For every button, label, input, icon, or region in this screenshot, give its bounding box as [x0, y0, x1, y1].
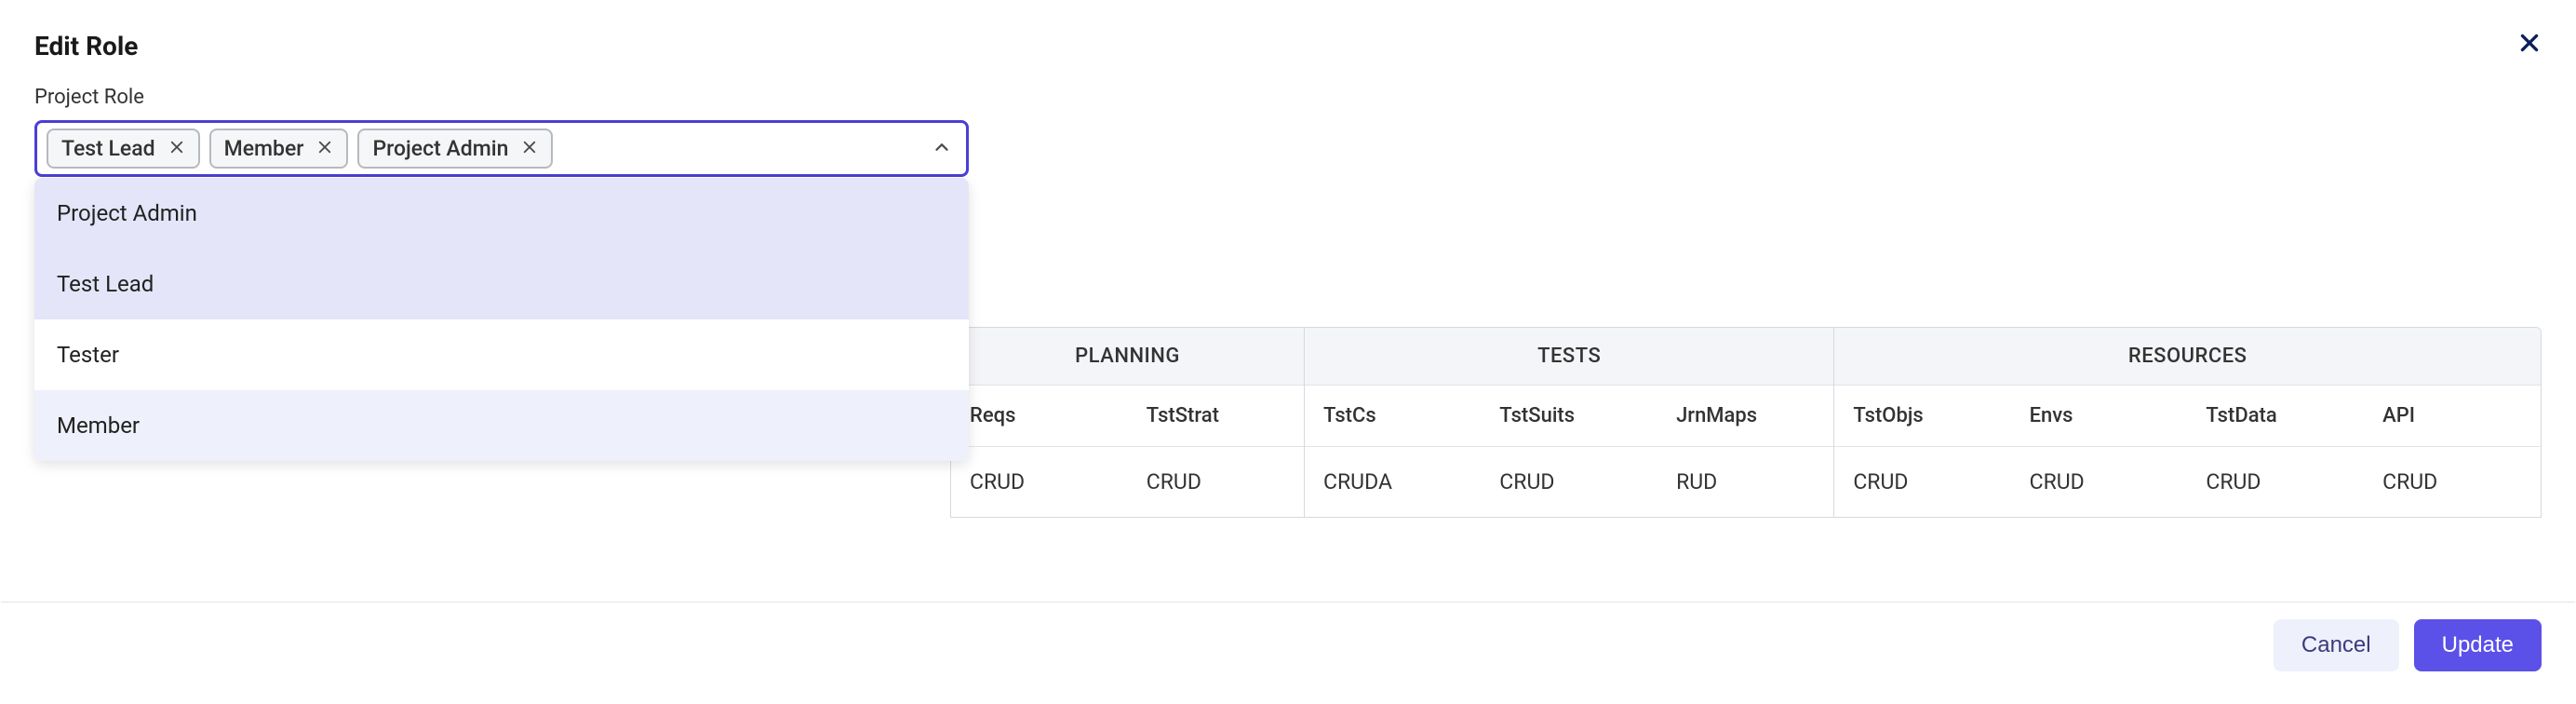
role-chip: Member: [209, 129, 349, 169]
permission-matrix: PLANNING TESTS RESOURCES Reqs TstStrat T…: [950, 327, 2542, 518]
close-icon: [316, 139, 333, 158]
cell-tstsuits: CRUD: [1481, 447, 1657, 518]
role-chip: Project Admin: [357, 129, 553, 169]
table-row: CRUD CRUD CRUDA CRUD RUD CRUD CRUD CRUD …: [951, 447, 2541, 518]
cell-envs: CRUD: [2011, 447, 2188, 518]
dropdown-option[interactable]: Member: [34, 390, 969, 461]
col-tststrat: TstStrat: [1128, 386, 1305, 447]
col-jrnmaps: JrnMaps: [1657, 386, 1834, 447]
col-tstcs: TstCs: [1305, 386, 1482, 447]
edit-role-modal: Edit Role Project Role Test LeadMemberPr…: [0, 0, 2576, 704]
col-api: API: [2364, 386, 2541, 447]
close-icon: [521, 139, 538, 158]
cell-reqs: CRUD: [951, 447, 1128, 518]
chip-remove-button[interactable]: [316, 139, 333, 158]
project-role-multiselect[interactable]: Test Lead Member Project Admin: [34, 120, 969, 177]
chip-remove-button[interactable]: [521, 139, 538, 158]
chip-label: Member: [224, 136, 304, 161]
chip-remove-button[interactable]: [168, 139, 185, 158]
cell-tstcs: CRUDA: [1305, 447, 1482, 518]
project-role-field: Test Lead Member Project Admin Project Adm…: [34, 120, 969, 177]
update-button[interactable]: Update: [2414, 619, 2542, 671]
matrix-group-resources: RESOURCES: [1834, 328, 2541, 386]
matrix-column-row: Reqs TstStrat TstCs TstSuits JrnMaps Tst…: [951, 386, 2541, 447]
cancel-button[interactable]: Cancel: [2274, 619, 2399, 671]
modal-actions: Cancel Update: [2274, 619, 2542, 671]
chevron-up-icon: [932, 137, 952, 161]
dropdown-option[interactable]: Project Admin: [34, 178, 969, 249]
dropdown-option[interactable]: Tester: [34, 319, 969, 390]
close-icon: [168, 139, 185, 158]
matrix-group-planning: PLANNING: [951, 328, 1305, 386]
cell-api: CRUD: [2364, 447, 2541, 518]
col-tstsuits: TstSuits: [1481, 386, 1657, 447]
project-role-dropdown: Project AdminTest LeadTesterMember: [34, 178, 969, 461]
role-chip: Test Lead: [47, 129, 200, 169]
matrix-group-row: PLANNING TESTS RESOURCES: [951, 328, 2541, 386]
col-tstdata: TstData: [2187, 386, 2364, 447]
chip-label: Test Lead: [61, 136, 155, 161]
cell-tstdata: CRUD: [2187, 447, 2364, 518]
project-role-label: Project Role: [34, 86, 2542, 109]
matrix-group-tests: TESTS: [1305, 328, 1834, 386]
modal-header: Edit Role: [34, 31, 2542, 61]
dropdown-option[interactable]: Test Lead: [34, 249, 969, 319]
col-tstobjs: TstObjs: [1834, 386, 2011, 447]
col-envs: Envs: [2011, 386, 2188, 447]
cell-tststrat: CRUD: [1128, 447, 1305, 518]
cell-tstobjs: CRUD: [1834, 447, 2011, 518]
close-button[interactable]: [2517, 31, 2542, 58]
cell-jrnmaps: RUD: [1657, 447, 1834, 518]
chip-label: Project Admin: [372, 136, 508, 161]
close-icon: [2517, 31, 2542, 58]
modal-title: Edit Role: [34, 31, 138, 61]
col-reqs: Reqs: [951, 386, 1128, 447]
